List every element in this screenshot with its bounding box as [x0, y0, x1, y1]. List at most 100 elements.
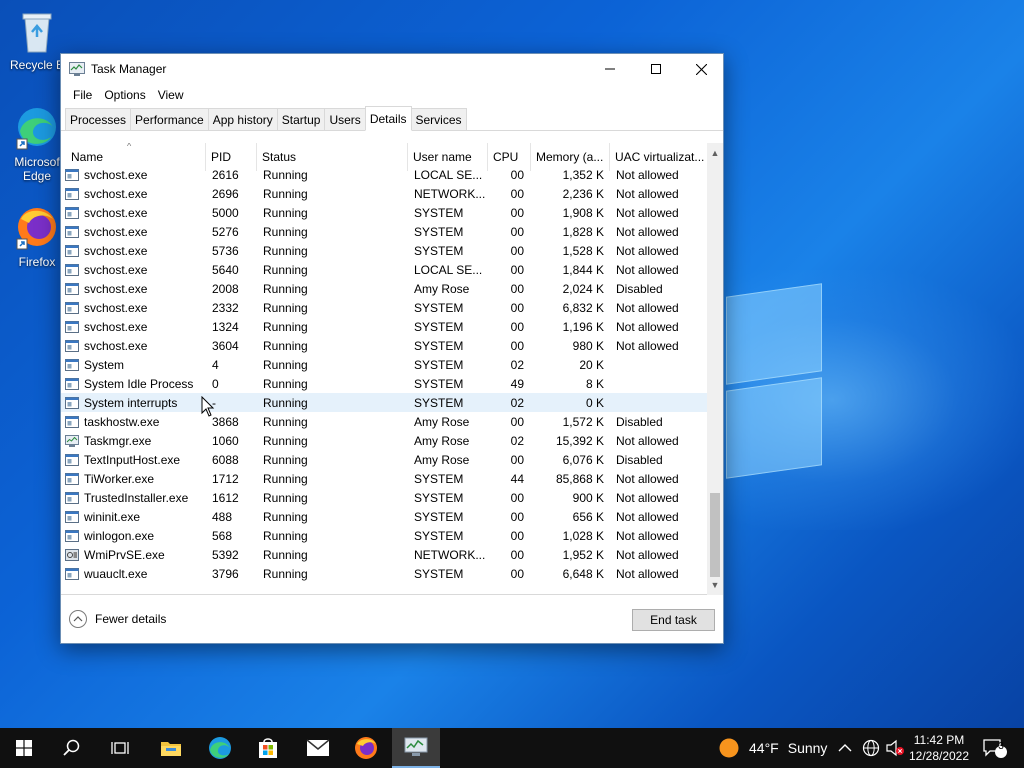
table-row[interactable]: Taskmgr.exe 1060 Running Amy Rose 02 15,392 K… — [61, 431, 707, 450]
menu-view[interactable]: View — [152, 88, 190, 102]
tab-startup[interactable]: Startup — [276, 108, 326, 130]
cpu-cell: 00 — [510, 300, 524, 315]
pid-cell: 3604 — [212, 338, 239, 353]
uac-cell: Not allowed — [616, 509, 679, 524]
table-row[interactable]: svchost.exe 2008 Running Amy Rose 00 2,024 K D… — [61, 279, 707, 298]
pid-cell: 2332 — [212, 300, 239, 315]
tab-services[interactable]: Services — [410, 108, 467, 130]
cpu-cell: 00 — [510, 452, 524, 467]
weather-widget[interactable]: 44°F Sunny — [718, 728, 827, 768]
user-name-cell: SYSTEM — [414, 243, 464, 258]
notification-center-button[interactable]: 3 — [982, 728, 1008, 768]
desktop-icon-recycle-bin[interactable]: Recycle B — [6, 8, 68, 72]
table-row[interactable]: winlogon.exe 568 Running SYSTEM 00 1,028 K Not… — [61, 526, 707, 545]
windows-start-icon — [16, 740, 32, 756]
cpu-cell: 49 — [510, 376, 524, 391]
table-row[interactable]: svchost.exe 5276 Running SYSTEM 00 1,828 K Not… — [61, 222, 707, 241]
table-row[interactable]: svchost.exe 2616 Running LOCAL SE... 00 1,352… — [61, 165, 707, 184]
tab-processes[interactable]: Processes — [65, 108, 132, 130]
table-row[interactable]: svchost.exe 1324 Running SYSTEM 00 1,196 K Not… — [61, 317, 707, 336]
table-row[interactable]: svchost.exe 2696 Running NETWORK... 00 2,236 … — [61, 184, 707, 203]
search-icon — [63, 739, 80, 756]
desktop-icon-firefox[interactable]: Firefox — [6, 205, 68, 269]
vertical-scrollbar[interactable]: ▲ ▼ — [707, 143, 723, 595]
table-row[interactable]: svchost.exe 5640 Running LOCAL SE... 00 1,844… — [61, 260, 707, 279]
desktop-icon-label: Firefox — [18, 255, 56, 269]
maximize-button[interactable] — [633, 54, 679, 84]
process-name: svchost.exe — [84, 205, 148, 220]
column-label: CPU — [493, 150, 519, 164]
scroll-up-icon[interactable]: ▲ — [707, 145, 723, 161]
process-name-cell: svchost.exe — [61, 298, 206, 317]
table-row[interactable]: svchost.exe 5000 Running SYSTEM 00 1,908 K Not… — [61, 203, 707, 222]
taskbar-firefox[interactable] — [342, 728, 390, 768]
user-name-cell: LOCAL SE... — [414, 167, 483, 182]
close-button[interactable] — [678, 54, 724, 84]
clock-date: 12/28/2022 — [908, 749, 970, 763]
process-icon — [65, 434, 84, 447]
table-row[interactable]: svchost.exe 3604 Running SYSTEM 00 980 K Not a… — [61, 336, 707, 355]
start-button[interactable] — [0, 728, 48, 768]
table-row[interactable]: System 4 Running SYSTEM 02 20 K — [61, 355, 707, 374]
notification-count: 3 — [998, 741, 1004, 752]
search-button[interactable] — [48, 728, 96, 768]
table-row[interactable]: System Idle Process 0 Running SYSTEM 49 8 K — [61, 374, 707, 393]
system-clock[interactable]: 11:42 PM 12/28/2022 — [906, 732, 972, 764]
process-name-cell: wuauclt.exe — [61, 564, 206, 583]
tab-users[interactable]: Users — [324, 108, 366, 130]
memory-cell: 2,236 K — [562, 186, 604, 201]
fewer-details-link[interactable]: Fewer details — [69, 610, 166, 628]
process-icon — [65, 510, 84, 523]
memory-cell: 85,868 K — [555, 471, 604, 486]
uac-cell: Not allowed — [616, 186, 679, 201]
process-name: System Idle Process — [84, 376, 194, 391]
network-button[interactable] — [862, 728, 880, 768]
process-name-cell: WmiPrvSE.exe — [61, 545, 206, 564]
table-row[interactable]: svchost.exe 2332 Running SYSTEM 00 6,832 K Not… — [61, 298, 707, 317]
menu-options[interactable]: Options — [98, 88, 151, 102]
table-row[interactable]: taskhostw.exe 3868 Running Amy Rose 00 1,572 … — [61, 412, 707, 431]
table-row[interactable]: wininit.exe 488 Running SYSTEM 00 656 K Not al… — [61, 507, 707, 526]
tab-details[interactable]: Details — [364, 106, 412, 131]
user-name-cell: LOCAL SE... — [414, 262, 483, 277]
tab-performance[interactable]: Performance — [130, 108, 209, 130]
uac-cell: Not allowed — [616, 528, 679, 543]
desktop-icon-edge[interactable]: Microsof Edge — [6, 105, 68, 183]
table-row[interactable]: TiWorker.exe 1712 Running SYSTEM 44 85,868 K N… — [61, 469, 707, 488]
table-row[interactable]: TextInputHost.exe 6088 Running Amy Rose 00 6,… — [61, 450, 707, 469]
scroll-thumb[interactable] — [710, 493, 720, 577]
pid-cell: 5640 — [212, 262, 239, 277]
process-name: svchost.exe — [84, 262, 148, 277]
uac-cell: Not allowed — [616, 167, 679, 182]
taskbar-task-manager[interactable] — [392, 728, 440, 768]
menu-file[interactable]: File — [67, 88, 98, 102]
taskbar-edge[interactable] — [196, 728, 244, 768]
title-bar[interactable]: Task Manager — [61, 54, 723, 84]
table-row[interactable]: TrustedInstaller.exe 1612 Running SYSTEM 00 9… — [61, 488, 707, 507]
status-cell: Running — [263, 452, 308, 467]
taskbar-file-explorer[interactable] — [147, 728, 195, 768]
memory-cell: 20 K — [579, 357, 604, 372]
cpu-cell: 00 — [510, 205, 524, 220]
minimize-button[interactable] — [587, 54, 633, 84]
scroll-down-icon[interactable]: ▼ — [707, 577, 723, 593]
pid-cell: 1060 — [212, 433, 239, 448]
user-name-cell: SYSTEM — [414, 224, 464, 239]
process-name: TrustedInstaller.exe — [84, 490, 189, 505]
taskbar-store[interactable] — [244, 728, 292, 768]
table-row[interactable]: System interrupts - Running SYSTEM 02 0 K — [61, 393, 707, 412]
end-task-button[interactable]: End task — [632, 609, 715, 631]
task-view-button[interactable] — [96, 728, 144, 768]
process-name-cell: System interrupts — [61, 393, 206, 412]
volume-button[interactable] — [885, 728, 905, 768]
memory-cell: 1,528 K — [562, 243, 604, 258]
taskbar-mail[interactable] — [294, 728, 342, 768]
show-hidden-icons-button[interactable] — [838, 728, 852, 768]
status-cell: Running — [263, 338, 308, 353]
desktop-icon-label: Microsof Edge — [14, 155, 60, 183]
table-row[interactable]: WmiPrvSE.exe 5392 Running NETWORK... 00 1,952… — [61, 545, 707, 564]
mouse-cursor-icon — [201, 396, 215, 417]
tab-app-history[interactable]: App history — [207, 108, 278, 130]
table-row[interactable]: wuauclt.exe 3796 Running SYSTEM 00 6,648 K Not… — [61, 564, 707, 583]
table-row[interactable]: svchost.exe 5736 Running SYSTEM 00 1,528 K Not… — [61, 241, 707, 260]
